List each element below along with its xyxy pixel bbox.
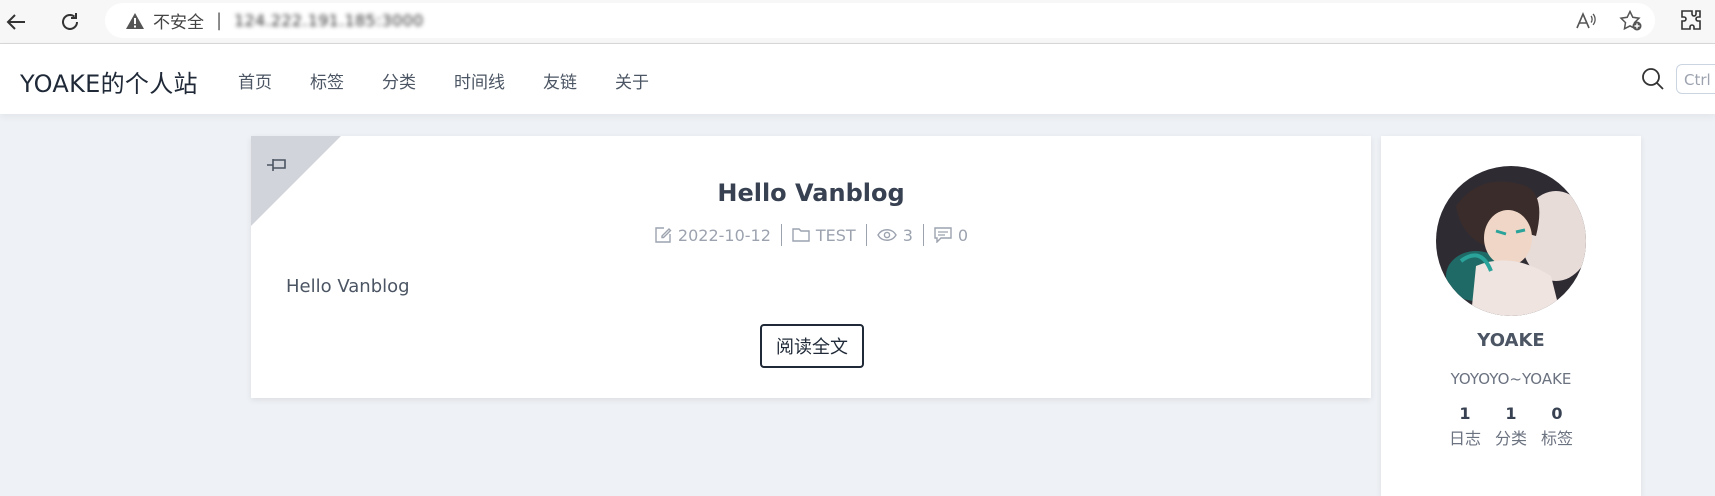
eye-icon [876, 229, 897, 241]
author-name: YOAKE [1477, 330, 1545, 351]
post-views-count: 3 [902, 225, 913, 245]
nav-item-home[interactable]: 首页 [238, 68, 272, 93]
main-nav: 首页 标签 分类 时间线 友链 关于 [238, 68, 687, 93]
url-text[interactable]: 124.222.191.185:3000 [234, 11, 424, 30]
stat-posts[interactable]: 1 日志 [1446, 404, 1484, 449]
post-comments-count: 0 [957, 225, 969, 245]
read-aloud-icon[interactable] [1575, 11, 1597, 31]
post-excerpt: Hello Vanblog [286, 276, 410, 297]
stat-label: 分类 [1494, 429, 1527, 448]
avatar-illustration [1436, 166, 1586, 316]
refresh-icon [62, 13, 78, 30]
stat-value: 1 [1459, 404, 1471, 423]
nav-item-timeline[interactable]: 时间线 [454, 68, 505, 93]
post-date-text: 2022-10-12 [677, 225, 771, 245]
nav-item-about[interactable]: 关于 [615, 68, 649, 93]
edit-icon [655, 227, 672, 243]
post-category[interactable]: TEST [782, 226, 866, 245]
author-card: YOAKE YOYOYO~YOAKE 1 日志 1 分类 0 标签 [1381, 136, 1641, 496]
post-comments: 0 [924, 226, 978, 245]
post-title[interactable]: Hello Vanblog [251, 179, 1371, 207]
warning-icon [125, 11, 145, 31]
stat-label: 日志 [1448, 429, 1481, 448]
nav-item-categories[interactable]: 分类 [382, 68, 416, 93]
author-stats: 1 日志 1 分类 0 标签 [1381, 404, 1641, 449]
post-card: Hello Vanblog 2022-10-12 TEST 3 0 Hello … [251, 136, 1371, 398]
back-button[interactable] [0, 6, 32, 38]
read-more-button[interactable]: 阅读全文 [760, 324, 864, 368]
extensions-icon[interactable] [1679, 8, 1703, 32]
post-category-text[interactable]: TEST [816, 226, 856, 245]
folder-icon [792, 228, 810, 242]
browser-toolbar: 不安全 | 124.222.191.185:3000 [0, 0, 1715, 44]
stat-value: 0 [1551, 404, 1563, 423]
stat-tags[interactable]: 0 标签 [1538, 404, 1576, 449]
post-date: 2022-10-12 [644, 226, 781, 245]
nav-item-tags[interactable]: 标签 [310, 68, 344, 93]
stat-value: 1 [1505, 404, 1517, 423]
nav-item-friends[interactable]: 友链 [543, 68, 577, 93]
search-icon[interactable] [1641, 67, 1665, 91]
avatar[interactable] [1436, 166, 1586, 316]
post-views: 3 [867, 226, 923, 245]
site-header: YOAKE的个人站 首页 标签 分类 时间线 友链 关于 Ctrl [0, 44, 1715, 114]
favorite-add-icon[interactable] [1619, 9, 1643, 32]
pin-icon [267, 159, 286, 171]
address-bar[interactable]: 不安全 | 124.222.191.185:3000 [105, 3, 1655, 38]
search-input[interactable]: Ctrl [1676, 64, 1715, 94]
url-separator: | [216, 10, 223, 31]
security-label[interactable]: 不安全 [153, 8, 204, 33]
stat-label: 标签 [1540, 429, 1573, 448]
stat-categories[interactable]: 1 分类 [1492, 404, 1530, 449]
comment-icon [934, 227, 952, 243]
back-icon [6, 14, 25, 30]
site-brand[interactable]: YOAKE的个人站 [20, 64, 198, 99]
refresh-button[interactable] [54, 6, 86, 38]
author-description: YOYOYO~YOAKE [1450, 370, 1572, 388]
post-meta: 2022-10-12 TEST 3 0 [251, 224, 1371, 246]
